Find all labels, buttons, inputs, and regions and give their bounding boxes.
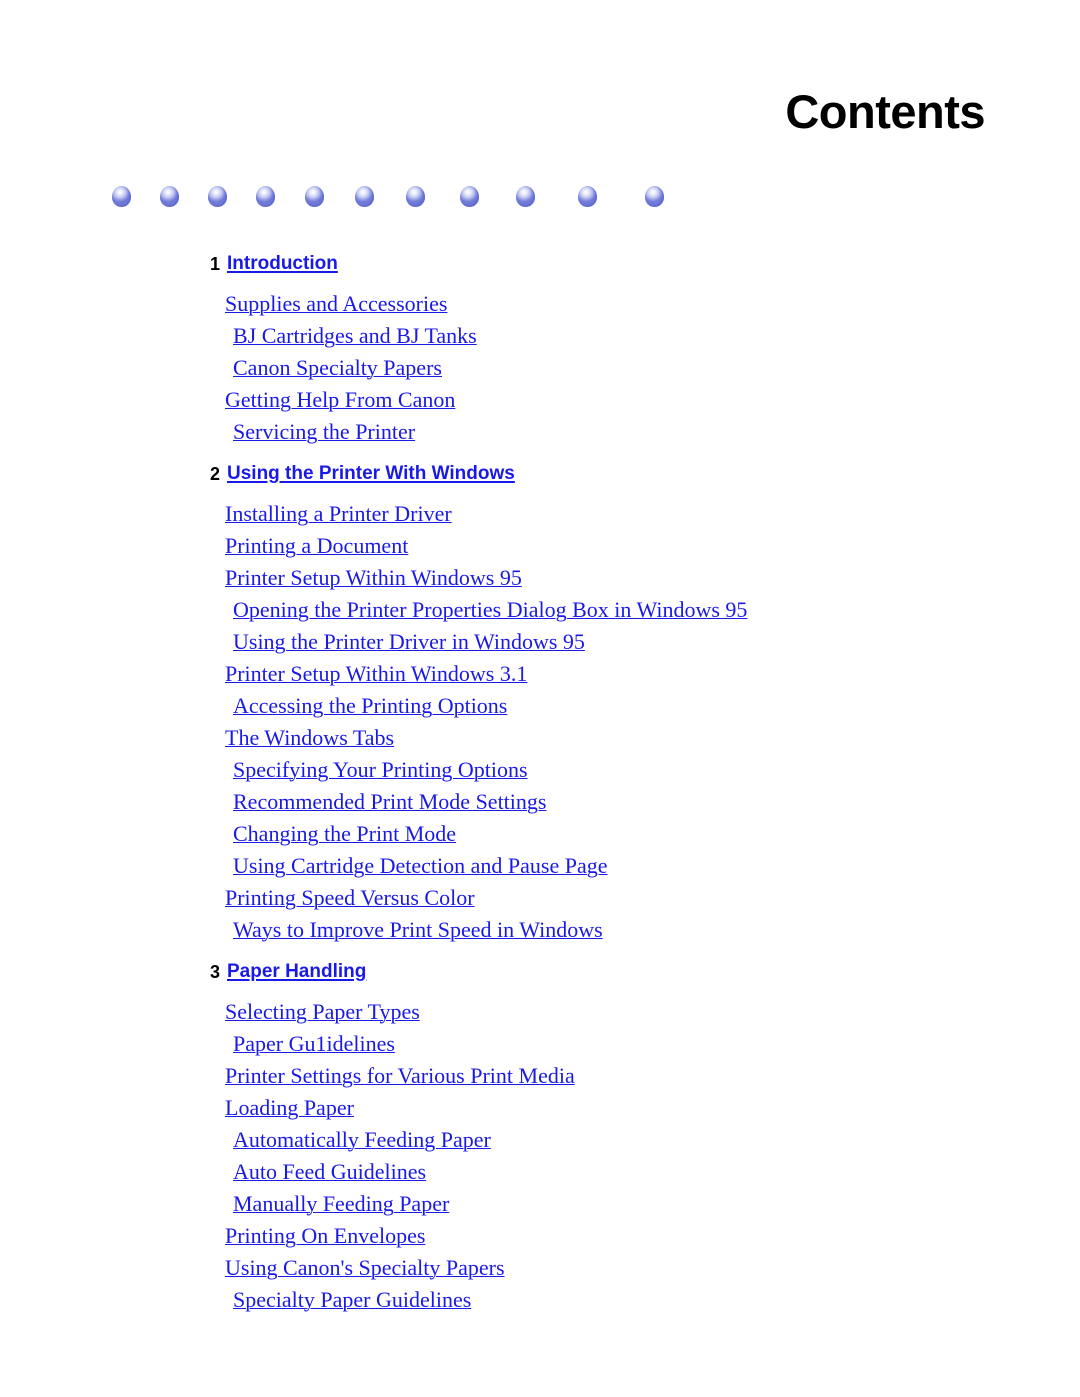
toc-entry-row: Installing a Printer Driver <box>0 498 1080 530</box>
toc-entry-row: Loading Paper <box>0 1092 1080 1124</box>
sphere-bullet-icon <box>208 186 227 207</box>
toc-entry-link[interactable]: Specifying Your Printing Options <box>233 757 528 783</box>
sphere-bullet-icon <box>160 186 179 207</box>
toc-entry-row: Printer Setup Within Windows 95 <box>0 562 1080 594</box>
sphere-bullet-icon <box>460 186 479 207</box>
toc-entry-row: Auto Feed Guidelines <box>0 1156 1080 1188</box>
toc-entry-link[interactable]: Specialty Paper Guidelines <box>233 1287 471 1313</box>
toc-entry-row: Using Canon's Specialty Papers <box>0 1252 1080 1284</box>
toc-entry-link[interactable]: Printer Setup Within Windows 95 <box>225 565 522 591</box>
toc-entry-link[interactable]: Servicing the Printer <box>233 419 415 445</box>
toc-entry-link[interactable]: Installing a Printer Driver <box>225 501 452 527</box>
toc-chapter-row: 1 Introduction <box>0 248 1080 288</box>
toc-entry-link[interactable]: Ways to Improve Print Speed in Windows <box>233 917 603 943</box>
toc-entry-row: Printer Setup Within Windows 3.1 <box>0 658 1080 690</box>
toc-entry-link[interactable]: Loading Paper <box>225 1095 354 1121</box>
toc-entry-row: Manually Feeding Paper <box>0 1188 1080 1220</box>
toc-entry-link[interactable]: Printing On Envelopes <box>225 1223 425 1249</box>
sphere-bullet-icon <box>406 186 425 207</box>
toc-entry-row: Accessing the Printing Options <box>0 690 1080 722</box>
sphere-bullet-icon <box>645 186 664 207</box>
toc-chapter-row: 2 Using the Printer With Windows <box>0 458 1080 498</box>
table-of-contents: 1 Introduction Supplies and Accessories BJ … <box>0 248 1080 1316</box>
toc-entry-row: Servicing the Printer <box>0 416 1080 448</box>
chapter-link-introduction[interactable]: Introduction <box>227 253 338 275</box>
decorative-sphere-rule <box>0 186 1080 212</box>
sphere-bullet-icon <box>578 186 597 207</box>
sphere-bullet-icon <box>305 186 324 207</box>
chapter-link-paper-handling[interactable]: Paper Handling <box>227 961 366 983</box>
toc-entry-link[interactable]: Accessing the Printing Options <box>233 693 507 719</box>
toc-entry-link[interactable]: BJ Cartridges and BJ Tanks <box>233 323 477 349</box>
toc-entry-link[interactable]: Changing the Print Mode <box>233 821 456 847</box>
sphere-bullet-icon <box>256 186 275 207</box>
toc-entry-row: Using the Printer Driver in Windows 95 <box>0 626 1080 658</box>
toc-entry-link[interactable]: Auto Feed Guidelines <box>233 1159 426 1185</box>
chapter-number: 1 <box>209 254 220 274</box>
toc-entry-row: Getting Help From Canon <box>0 384 1080 416</box>
toc-entry-row: Recommended Print Mode Settings <box>0 786 1080 818</box>
toc-entry-link[interactable]: Selecting Paper Types <box>225 999 420 1025</box>
sphere-bullet-icon <box>112 186 131 207</box>
toc-entry-link[interactable]: Canon Specialty Papers <box>233 355 442 381</box>
toc-entry-link[interactable]: Printer Setup Within Windows 3.1 <box>225 661 527 687</box>
toc-entry-row: The Windows Tabs <box>0 722 1080 754</box>
toc-entry-row: Paper Gu1idelines <box>0 1028 1080 1060</box>
sphere-bullet-icon <box>516 186 535 207</box>
toc-entry-link[interactable]: Printer Settings for Various Print Media <box>225 1063 575 1089</box>
chapter-link-using-the-printer-with-windows[interactable]: Using the Printer With Windows <box>227 463 515 485</box>
toc-entry-link[interactable]: Printing Speed Versus Color <box>225 885 475 911</box>
page-title: Contents <box>785 85 985 138</box>
chapter-number: 2 <box>209 464 220 484</box>
toc-entry-row: Printing a Document <box>0 530 1080 562</box>
sphere-bullet-icon <box>355 186 374 207</box>
toc-entry-row: Printing On Envelopes <box>0 1220 1080 1252</box>
toc-entry-row: Selecting Paper Types <box>0 996 1080 1028</box>
toc-entry-link[interactable]: Opening the Printer Properties Dialog Bo… <box>233 597 747 623</box>
toc-entry-link[interactable]: The Windows Tabs <box>225 725 394 751</box>
toc-entry-row: Specifying Your Printing Options <box>0 754 1080 786</box>
toc-entry-row: Canon Specialty Papers <box>0 352 1080 384</box>
chapter-number: 3 <box>209 962 220 982</box>
toc-entry-row: Opening the Printer Properties Dialog Bo… <box>0 594 1080 626</box>
toc-entry-row: Printer Settings for Various Print Media <box>0 1060 1080 1092</box>
toc-entry-link[interactable]: Paper Gu1idelines <box>233 1031 395 1057</box>
toc-chapter-row: 3 Paper Handling <box>0 956 1080 996</box>
toc-entry-row: Printing Speed Versus Color <box>0 882 1080 914</box>
toc-entry-link[interactable]: Using Canon's Specialty Papers <box>225 1255 505 1281</box>
toc-entry-link[interactable]: Using Cartridge Detection and Pause Page <box>233 853 608 879</box>
toc-entry-link[interactable]: Printing a Document <box>225 533 408 559</box>
toc-entry-row: Supplies and Accessories <box>0 288 1080 320</box>
toc-entry-row: BJ Cartridges and BJ Tanks <box>0 320 1080 352</box>
toc-entry-link[interactable]: Supplies and Accessories <box>225 291 447 317</box>
toc-entry-link[interactable]: Automatically Feeding Paper <box>233 1127 491 1153</box>
toc-entry-link[interactable]: Recommended Print Mode Settings <box>233 789 546 815</box>
toc-entry-row: Ways to Improve Print Speed in Windows <box>0 914 1080 946</box>
toc-entry-row: Specialty Paper Guidelines <box>0 1284 1080 1316</box>
toc-entry-link[interactable]: Manually Feeding Paper <box>233 1191 449 1217</box>
toc-entry-link[interactable]: Getting Help From Canon <box>225 387 455 413</box>
toc-entry-link[interactable]: Using the Printer Driver in Windows 95 <box>233 629 585 655</box>
toc-entry-row: Changing the Print Mode <box>0 818 1080 850</box>
toc-entry-row: Using Cartridge Detection and Pause Page <box>0 850 1080 882</box>
document-page: Contents 1 Introduction Supplies and Acces… <box>0 0 1080 1397</box>
toc-entry-row: Automatically Feeding Paper <box>0 1124 1080 1156</box>
